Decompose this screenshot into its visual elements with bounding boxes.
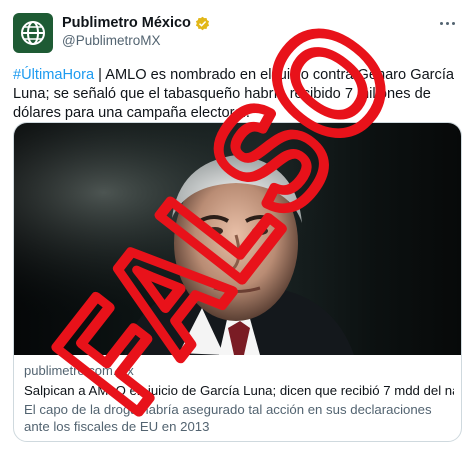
globe-icon	[21, 21, 45, 45]
more-options-icon[interactable]	[440, 16, 460, 30]
card-title[interactable]: Salpican a AMLO en juicio de García Luna…	[24, 383, 454, 398]
tweet: Publimetro México @PublimetroMX #ÚltimaH…	[0, 0, 474, 452]
handle[interactable]: @PublimetroMX	[62, 33, 160, 48]
hashtag-link[interactable]: #ÚltimaHora	[13, 67, 94, 83]
card-domain[interactable]: publimetro.com.mx	[24, 363, 454, 378]
display-name[interactable]: Publimetro México	[62, 15, 191, 31]
card-description: El capo de la droga habría asegurado tal…	[24, 402, 432, 434]
verified-badge-icon	[195, 16, 209, 30]
avatar[interactable]	[13, 13, 53, 53]
card-image[interactable]	[14, 123, 461, 355]
tweet-text: #ÚltimaHora | AMLO es nombrado en el jui…	[13, 66, 461, 123]
link-card[interactable]: publimetro.com.mx Salpican a AMLO en jui…	[13, 122, 462, 442]
